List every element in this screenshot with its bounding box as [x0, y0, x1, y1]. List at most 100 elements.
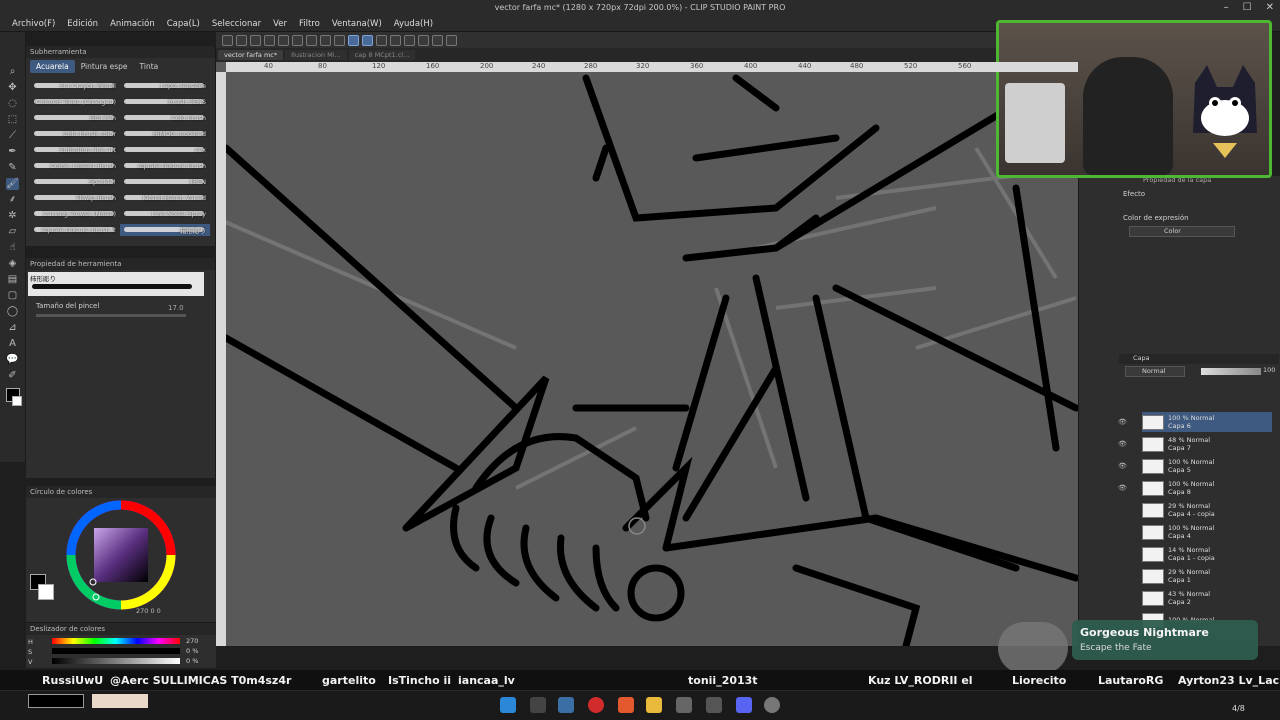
value-row[interactable]: V 0 %	[28, 657, 214, 666]
layer-item[interactable]: 14 % Normal Capa 1 - copia	[1142, 544, 1272, 564]
new-file-icon[interactable]	[222, 34, 233, 46]
color-circle-header[interactable]: Círculo de colores	[30, 488, 92, 496]
move-tool-icon[interactable]: ✥	[6, 82, 19, 94]
maximize-icon[interactable]: ☐	[1243, 2, 1252, 13]
brush-item[interactable]: Colo brush color	[30, 128, 120, 140]
windows-start-icon[interactable]	[500, 697, 516, 713]
select-all-icon[interactable]	[334, 34, 345, 46]
pen-icon[interactable]: ✒	[6, 146, 19, 158]
brush-item[interactable]: brush SENS	[120, 96, 210, 108]
brush-size-value[interactable]: 17.0	[168, 304, 184, 312]
save-icon[interactable]	[250, 34, 261, 46]
opacity-value[interactable]: 100	[1263, 366, 1275, 374]
search-icon[interactable]	[530, 697, 546, 713]
figure-icon[interactable]: ▢	[6, 290, 19, 302]
layer-item[interactable]: 29 % Normal Capa 1	[1142, 566, 1272, 586]
tab-acuarela[interactable]: Acuarela	[30, 59, 75, 73]
doc-tab[interactable]: cap 8 MCpt1.cl...	[348, 50, 416, 60]
open-file-icon[interactable]	[236, 34, 247, 46]
menu-archivo[interactable]: Archivo(F)	[6, 19, 61, 29]
decoration-icon[interactable]: ✲	[6, 210, 19, 222]
pencil-icon[interactable]: ✎	[6, 162, 19, 174]
expression-color-select[interactable]: Color	[1129, 226, 1235, 237]
brush-item[interactable]: Sui Crayon Pencil	[30, 80, 120, 92]
lasso-icon[interactable]: ◌	[6, 98, 19, 110]
brush-item[interactable]: sex	[120, 144, 210, 156]
layer-item[interactable]: 100 % Normal Capa 5	[1142, 456, 1272, 476]
brush-item[interactable]: Line Noise Spray	[120, 208, 210, 220]
flip-icon[interactable]	[418, 34, 429, 46]
menu-ver[interactable]: Ver	[267, 19, 293, 29]
layer-item[interactable]: 100 % Normal Capa 6	[1142, 412, 1272, 432]
menu-capa[interactable]: Capa(L)	[161, 19, 206, 29]
fill-tool-icon[interactable]: ◈	[6, 258, 19, 270]
fill-icon[interactable]	[320, 34, 331, 46]
deselect-icon[interactable]	[446, 34, 457, 46]
layer-item[interactable]: 48 % Normal Capa 7	[1142, 434, 1272, 454]
visibility-eye-icon[interactable]: 👁	[1118, 462, 1128, 470]
folder-icon[interactable]	[646, 697, 662, 713]
brush-item[interactable]: square texture brush	[120, 160, 210, 172]
visibility-eye-icon[interactable]: 👁	[1118, 484, 1128, 492]
sub-color-swatch[interactable]	[12, 396, 22, 406]
text-icon[interactable]: A	[6, 338, 19, 350]
color-wheel[interactable]	[66, 500, 176, 610]
correction-icon[interactable]: ✐	[6, 370, 19, 382]
opacity-slider[interactable]	[1201, 368, 1261, 375]
brush-item-selected[interactable]: 箱形彫り	[120, 224, 210, 236]
ruler-tool-icon[interactable]: ⊿	[6, 322, 19, 334]
gradient-icon[interactable]: ▤	[6, 274, 19, 286]
minimize-icon[interactable]: –	[1224, 2, 1229, 13]
media-player-icon[interactable]	[588, 697, 604, 713]
tab-tinta[interactable]: Tinta	[134, 60, 165, 73]
photos-icon[interactable]	[558, 697, 574, 713]
brush-size-slider[interactable]	[36, 314, 186, 317]
browser-icon[interactable]	[618, 697, 634, 713]
tab-pintura[interactable]: Pintura espe	[75, 60, 134, 73]
tool-property-header[interactable]: Propiedad de herramienta	[30, 260, 121, 268]
blend-mode-select[interactable]: Normal	[1125, 366, 1185, 377]
brush-item[interactable]: Subsubus line art	[30, 144, 120, 156]
brush-item[interactable]: Comic Lineart Brush	[30, 160, 120, 172]
snap-special-ruler-icon[interactable]	[362, 34, 373, 46]
crop-icon[interactable]	[404, 34, 415, 46]
brush-item[interactable]: Thwip Brush	[30, 192, 120, 204]
visibility-eye-icon[interactable]: 👁	[1118, 440, 1128, 448]
menu-animacion[interactable]: Animación	[104, 19, 161, 29]
redo-icon[interactable]	[278, 34, 289, 46]
color-slider-header[interactable]: Deslizador de colores	[30, 625, 105, 633]
eraser-icon[interactable]: ▱	[6, 226, 19, 238]
brush-item[interactable]: HIMOG modified	[120, 128, 210, 140]
doc-tab[interactable]: Ilustracion Mi...	[285, 50, 347, 60]
undo-icon[interactable]	[264, 34, 275, 46]
clear-icon[interactable]	[292, 34, 303, 46]
brush-item[interactable]: Carving Trowel (Noise)	[30, 208, 120, 220]
taskbar-preview[interactable]	[92, 694, 148, 708]
subtool-header[interactable]: Subherramienta	[30, 48, 87, 56]
taskbar-search-box[interactable]	[28, 694, 84, 708]
saturation-row[interactable]: S 0 %	[28, 647, 214, 656]
brush-item[interactable]: Colo brush	[120, 112, 210, 124]
discord-icon[interactable]	[736, 697, 752, 713]
menu-filtro[interactable]: Filtro	[293, 19, 326, 29]
layer-panel-header[interactable]: Capa	[1119, 354, 1279, 364]
clip-studio-icon[interactable]	[706, 697, 722, 713]
visibility-eye-icon[interactable]: 👁	[1118, 418, 1128, 426]
menu-seleccionar[interactable]: Seleccionar	[206, 19, 267, 29]
brush-item[interactable]: Sparkle!	[30, 176, 120, 188]
canvas[interactable]	[216, 48, 1078, 646]
settings-icon[interactable]	[764, 697, 780, 713]
snap-grid-icon[interactable]	[376, 34, 387, 46]
airbrush-icon[interactable]: ⸙	[6, 194, 19, 206]
snap-ruler-icon[interactable]	[348, 34, 359, 46]
brush-item[interactable]: Bibi Pen	[30, 112, 120, 124]
hue-row[interactable]: H 270	[28, 637, 214, 646]
layer-item[interactable]: 29 % Normal Capa 4 - copia	[1142, 500, 1272, 520]
brush-icon[interactable]: 🖌	[6, 178, 19, 190]
brush-item[interactable]: Colored Trees (Changed)	[30, 96, 120, 108]
selection-icon[interactable]: ⬚	[6, 114, 19, 126]
hide-selection-icon[interactable]	[390, 34, 401, 46]
menu-ventana[interactable]: Ventana(W)	[326, 19, 388, 29]
menu-edicion[interactable]: Edición	[61, 19, 104, 29]
close-icon[interactable]: ✕	[1266, 2, 1274, 13]
